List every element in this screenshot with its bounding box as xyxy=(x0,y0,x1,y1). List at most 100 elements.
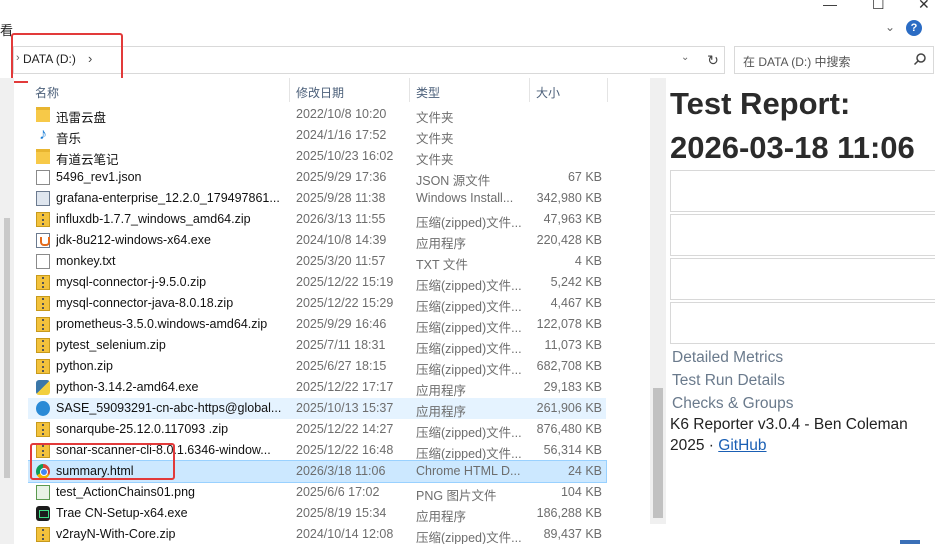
file-name: grafana-enterprise_12.2.0_179497861... xyxy=(56,191,280,205)
report-title: Test Report: xyxy=(670,86,851,121)
file-row[interactable]: 有道云笔记 2025/10/23 16:02 文件夹 xyxy=(28,146,606,167)
column-divider[interactable] xyxy=(607,78,608,102)
tab-detailed-metrics[interactable]: Detailed Metrics xyxy=(672,349,783,367)
file-date: 2025/10/13 15:37 xyxy=(296,401,394,415)
file-row[interactable]: jdk-8u212-windows-x64.exe 2024/10/8 14:39… xyxy=(28,230,606,251)
file-row[interactable]: SASE_59093291-cn-abc-https@global... 2025… xyxy=(28,398,606,419)
file-name: python-3.14.2-amd64.exe xyxy=(56,380,199,394)
minimize-button[interactable]: — xyxy=(823,0,837,12)
file-row[interactable]: mysql-connector-j-9.5.0.zip 2025/12/22 15… xyxy=(28,272,606,293)
file-size: 11,073 KB xyxy=(544,338,602,352)
file-row[interactable]: monkey.txt 2025/3/20 11:57 TXT 文件 4 KB xyxy=(28,251,606,272)
file-type: 文件夹 xyxy=(416,132,454,146)
column-divider[interactable] xyxy=(529,78,530,102)
tab-test-run-details[interactable]: Test Run Details xyxy=(672,372,785,390)
file-date: 2025/6/27 18:15 xyxy=(296,359,387,373)
file-date: 2025/12/22 15:29 xyxy=(296,296,394,310)
file-name: influxdb-1.7.7_windows_amd64.zip xyxy=(56,212,251,226)
file-row[interactable]: influxdb-1.7.7_windows_amd64.zip 2026/3/1… xyxy=(28,209,606,230)
github-link[interactable]: GitHub xyxy=(718,437,766,454)
file-date: 2025/12/22 16:48 xyxy=(296,443,394,457)
png-file-icon xyxy=(36,485,50,500)
file-row[interactable]: sonar-scanner-cli-8.0.1.6346-window... 20… xyxy=(28,440,606,461)
file-size: 47,963 KB xyxy=(543,212,602,226)
file-row[interactable]: python.zip 2025/6/27 18:15 压缩(zipped)文件...… xyxy=(28,356,606,377)
address-history-dropdown-icon[interactable]: ⌄ xyxy=(681,52,689,63)
zip-icon xyxy=(36,422,50,437)
zip-icon xyxy=(36,338,50,353)
edge-app-icon xyxy=(36,401,50,416)
file-row[interactable]: 迅雷云盘 2022/10/8 10:20 文件夹 xyxy=(28,104,606,125)
preview-scroll-indicator[interactable] xyxy=(900,540,920,544)
file-type: 压缩(zipped)文件... xyxy=(416,216,522,230)
file-row[interactable]: pytest_selenium.zip 2025/7/11 18:31 压缩(zip… xyxy=(28,335,606,356)
file-type: 压缩(zipped)文件... xyxy=(416,342,522,356)
column-divider[interactable] xyxy=(409,78,410,102)
refresh-button[interactable]: ↻ xyxy=(702,46,725,74)
file-date: 2024/10/8 14:39 xyxy=(296,233,387,247)
file-size: 56,314 KB xyxy=(543,443,602,457)
folder-icon xyxy=(36,107,50,122)
file-date: 2025/7/11 18:31 xyxy=(296,338,386,352)
file-row[interactable]: test_ActionChains01.png 2025/6/6 17:02 PNG… xyxy=(28,482,606,503)
column-header-name[interactable]: 名称 xyxy=(35,84,59,101)
search-input[interactable]: 在 DATA (D:) 中搜索 xyxy=(734,46,934,74)
address-left-chevron-icon[interactable]: › xyxy=(16,52,20,64)
python-icon xyxy=(36,380,50,395)
summary-card xyxy=(670,302,935,344)
file-name: 迅雷云盘 xyxy=(56,111,107,125)
file-type: 压缩(zipped)文件... xyxy=(416,447,522,461)
address-path[interactable]: DATA (D:) xyxy=(23,52,76,66)
file-name: summary.html xyxy=(56,464,134,478)
report-date: 2026-03-18 11:06 xyxy=(670,130,915,165)
file-name: sonarqube-25.12.0.117093 .zip xyxy=(56,422,229,436)
ribbon-tab-view-truncated[interactable]: 看 xyxy=(0,20,13,39)
tab-checks-groups[interactable]: Checks & Groups xyxy=(672,395,793,413)
column-header-size[interactable]: 大小 xyxy=(536,84,560,101)
file-date: 2025/12/22 14:27 xyxy=(296,422,394,436)
ribbon-expand-chevron-icon[interactable]: ⌄ xyxy=(885,20,895,34)
navigation-scrollbar-thumb[interactable] xyxy=(4,218,10,478)
zip-icon xyxy=(36,443,50,458)
preview-pane: Test Report: 2026-03-18 11:06 Detailed M… xyxy=(668,78,935,544)
maximize-button[interactable]: ☐ xyxy=(872,0,885,13)
column-divider[interactable] xyxy=(289,78,290,102)
help-icon[interactable]: ? xyxy=(906,20,922,36)
column-header-row: ^ 名称 修改日期 类型 大小 xyxy=(28,78,650,104)
file-size: 4 KB xyxy=(574,254,602,268)
file-size: 4,467 KB xyxy=(550,296,602,310)
file-size: 186,288 KB xyxy=(536,506,602,520)
file-row[interactable]: summary.html 2026/3/18 11:06 Chrome HTML D… xyxy=(28,460,607,483)
file-row[interactable]: grafana-enterprise_12.2.0_179497861... 20… xyxy=(28,188,606,209)
address-bar[interactable]: › DATA (D:) › ⌄ xyxy=(13,46,703,74)
window-top-strip: 看 — ☐ ✕ ⌄ ? xyxy=(0,0,935,44)
json-file-icon xyxy=(36,170,50,185)
file-date: 2025/9/29 17:36 xyxy=(296,170,387,184)
file-date: 2026/3/13 11:55 xyxy=(296,212,386,226)
file-list-scrollbar-thumb[interactable] xyxy=(653,388,663,518)
file-row[interactable]: prometheus-3.5.0.windows-amd64.zip 2025/9… xyxy=(28,314,606,335)
file-type: 应用程序 xyxy=(416,510,467,524)
file-row[interactable]: mysql-connector-java-8.0.18.zip 2025/12/2… xyxy=(28,293,606,314)
file-row[interactable]: ♪ 音乐 2024/1/16 17:52 文件夹 xyxy=(28,125,606,147)
file-type: PNG 图片文件 xyxy=(416,489,497,503)
zip-icon xyxy=(36,527,50,542)
file-row[interactable]: v2rayN-With-Core.zip 2024/10/14 12:08 压缩(z… xyxy=(28,524,606,544)
file-size: 342,980 KB xyxy=(536,191,602,205)
file-rows: 迅雷云盘 2022/10/8 10:20 文件夹 ♪ 音乐 2024/1/16 17:52… xyxy=(28,104,650,544)
file-name: SASE_59093291-cn-abc-https@global... xyxy=(56,401,282,415)
file-type: Windows Install... xyxy=(416,191,514,205)
search-icon[interactable] xyxy=(913,52,927,66)
column-header-type[interactable]: 类型 xyxy=(416,84,440,101)
file-row[interactable]: Trae CN-Setup-x64.exe 2025/8/19 15:34 应用程序… xyxy=(28,503,606,524)
file-row[interactable]: python-3.14.2-amd64.exe 2025/12/22 17:17 应… xyxy=(28,377,606,398)
file-type: 压缩(zipped)文件... xyxy=(416,321,522,335)
file-type: Chrome HTML D... xyxy=(416,464,521,478)
close-button[interactable]: ✕ xyxy=(918,0,930,13)
breadcrumb-separator-icon[interactable]: › xyxy=(88,51,92,66)
file-row[interactable]: 5496_rev1.json 2025/9/29 17:36 JSON 源文件 67 … xyxy=(28,167,606,188)
file-name: 5496_rev1.json xyxy=(56,170,142,184)
file-row[interactable]: sonarqube-25.12.0.117093 .zip 2025/12/22 … xyxy=(28,419,606,440)
column-header-date[interactable]: 修改日期 xyxy=(296,84,344,101)
file-list-scrollbar[interactable] xyxy=(650,78,666,524)
